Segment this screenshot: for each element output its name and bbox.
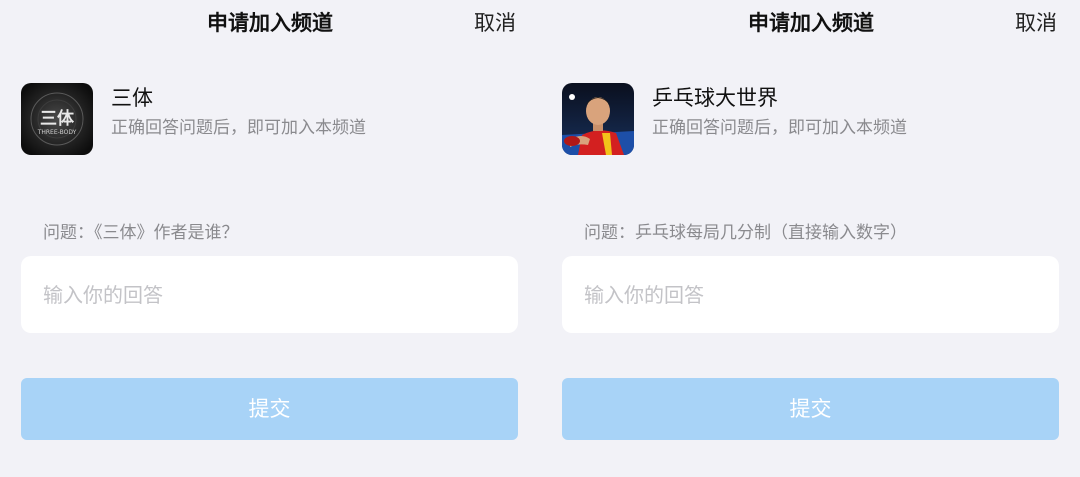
question-label: 问题：乒乓球每局几分制（直接输入数字）: [584, 223, 907, 243]
join-channel-panel-right: 申请加入频道 取消 乒乓球大世界 正确回答问题后，即可加入本频道 问题：乒乓球每…: [541, 0, 1080, 477]
avatar-logo-text: 三体: [40, 108, 75, 129]
cancel-button[interactable]: 取消: [474, 6, 516, 40]
page-title: 申请加入频道: [748, 11, 874, 35]
submit-button[interactable]: 提交: [562, 378, 1059, 440]
table-tennis-player-photo-icon: [562, 83, 634, 155]
channel-name: 三体: [111, 86, 153, 110]
join-channel-panel-left: 申请加入频道 取消 三体 THREE-BODY 三体 正确回答问题后，即可加入本…: [0, 0, 540, 477]
answer-input[interactable]: [562, 256, 1059, 333]
channel-name: 乒乓球大世界: [652, 86, 778, 110]
question-label: 问题：《三体》作者是谁？: [43, 223, 239, 243]
channel-description: 正确回答问题后，即可加入本频道: [111, 118, 366, 138]
answer-input[interactable]: [21, 256, 518, 333]
channel-description: 正确回答问题后，即可加入本频道: [652, 118, 907, 138]
avatar-logo-subtext: THREE-BODY: [37, 129, 77, 136]
submit-button[interactable]: 提交: [21, 378, 518, 440]
cancel-button[interactable]: 取消: [1015, 6, 1057, 40]
three-body-logo-icon: 三体 THREE-BODY: [21, 83, 93, 155]
page-title: 申请加入频道: [207, 11, 333, 35]
